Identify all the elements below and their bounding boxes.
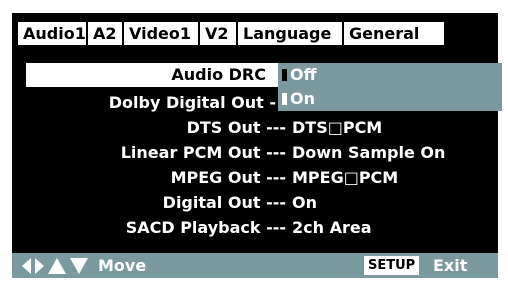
setting-row-dts[interactable]: DTS Out --- DTS□PCM: [26, 117, 496, 139]
setting-row-audio-drc[interactable]: Audio DRC: [26, 63, 278, 87]
up-arrow-icon: [48, 258, 66, 274]
tab-bar: Audio1 A2 Video1 V2 Language General: [12, 13, 498, 47]
setting-label: MPEG Out ---: [170, 168, 286, 187]
setting-label: Dolby Digital Out -: [108, 93, 276, 112]
setting-row-sacd[interactable]: SACD Playback --- 2ch Area: [26, 217, 496, 239]
setting-value: MPEG□PCM: [292, 168, 399, 187]
tab-language[interactable]: Language: [238, 22, 342, 45]
setting-row-dolby-digital[interactable]: Dolby Digital Out -: [26, 92, 496, 114]
setting-value: Down Sample On: [292, 143, 446, 162]
setting-row-digital-out[interactable]: Digital Out --- On: [26, 192, 496, 214]
down-arrow-icon: [70, 258, 88, 274]
setting-value: 2ch Area: [292, 218, 372, 237]
setting-label: Linear PCM Out ---: [120, 143, 286, 162]
setup-screen: Audio1 A2 Video1 V2 Language General Aud…: [12, 13, 502, 278]
tab-a2[interactable]: A2: [88, 22, 122, 45]
right-arrow-icon: [35, 258, 44, 274]
footer-bar: Move SETUP Exit: [12, 253, 498, 278]
tab-video1[interactable]: Video1: [124, 22, 198, 45]
setting-label: DTS Out ---: [186, 118, 286, 137]
move-label: Move: [98, 256, 147, 275]
setting-label: Audio DRC: [171, 65, 266, 84]
setting-value: DTS□PCM: [292, 118, 383, 137]
tab-general[interactable]: General: [344, 22, 444, 45]
tab-v2[interactable]: V2: [200, 22, 236, 45]
exit-label[interactable]: Exit: [433, 253, 467, 278]
left-arrow-icon: [22, 258, 31, 274]
setting-row-mpeg[interactable]: MPEG Out --- MPEG□PCM: [26, 167, 496, 189]
setting-value: On: [292, 193, 317, 212]
setting-label: SACD Playback ---: [125, 218, 286, 237]
selected-marker-icon: [282, 69, 287, 81]
tab-audio1[interactable]: Audio1: [18, 22, 86, 45]
setting-row-linear-pcm[interactable]: Linear PCM Out --- Down Sample On: [26, 142, 496, 164]
dropdown-option-off[interactable]: Off: [278, 63, 502, 87]
setup-key[interactable]: SETUP: [364, 256, 420, 275]
setting-label: Digital Out ---: [162, 193, 286, 212]
